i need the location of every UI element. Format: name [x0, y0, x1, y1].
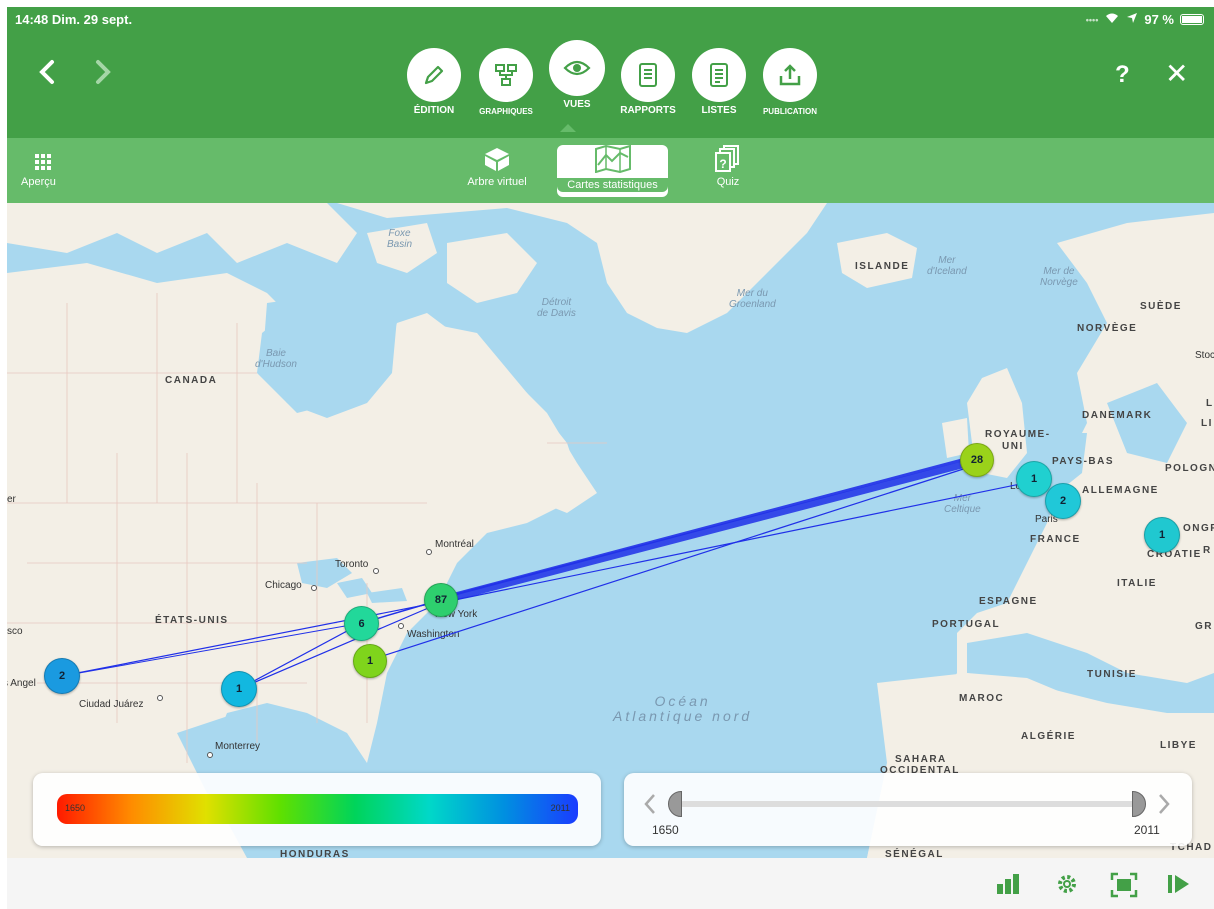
legend-max-year: 2011: [550, 803, 570, 813]
bar-chart-button[interactable]: [995, 872, 1023, 896]
help-button[interactable]: ?: [1115, 61, 1130, 89]
quiz-icon: ?: [715, 145, 739, 172]
tab-quiz[interactable]: ? Quiz: [701, 145, 755, 188]
status-time: 14:48 Dim. 29 sept.: [15, 12, 133, 27]
wifi-icon: [1104, 12, 1120, 27]
back-button[interactable]: [33, 57, 63, 87]
eye-icon: [563, 60, 591, 76]
map-chart-icon: [594, 145, 631, 173]
line-california-penn: [61, 622, 363, 677]
fit-screen-button[interactable]: [1110, 872, 1138, 898]
play-button[interactable]: [1165, 872, 1193, 896]
pencil-icon: [424, 65, 444, 85]
mode-graphiques[interactable]: GRAPHIQUES: [468, 48, 544, 116]
slider-min-label: 1650: [652, 823, 679, 837]
chevron-right-icon: [96, 60, 111, 84]
play-icon: [1168, 875, 1189, 893]
fit-screen-icon: [1110, 872, 1138, 898]
chevron-left-icon: [39, 60, 54, 84]
mode-vues[interactable]: VUES: [539, 40, 615, 110]
mode-edition[interactable]: ÉDITION: [396, 48, 472, 116]
cluster-croatia[interactable]: 1: [1144, 517, 1180, 553]
document-icon: [639, 63, 657, 87]
signal-icon: ••••: [1085, 14, 1099, 25]
upload-icon: [779, 64, 801, 86]
active-mode-pointer: [560, 124, 576, 132]
statistics-map[interactable]: CANADA ÉTATS-UNIS ISLANDE SUÈDE NORVÈGE …: [7, 203, 1214, 858]
migration-lines: [61, 454, 1036, 690]
color-legend-panel: 1650 2011: [33, 773, 601, 846]
bottom-toolbar: [7, 858, 1214, 909]
location-icon: [1126, 12, 1138, 27]
status-indicators: •••• 97 %: [1086, 12, 1204, 27]
slider-handle-max[interactable]: [1132, 791, 1146, 817]
cluster-germany[interactable]: 2: [1045, 483, 1081, 519]
gear-icon: [1058, 875, 1076, 893]
line-texas-penn: [238, 622, 363, 690]
bar-chart-icon: [997, 874, 1019, 894]
list-icon: [710, 63, 728, 87]
grid-icon: [35, 154, 51, 170]
year-range-panel: 1650 2011: [624, 773, 1192, 846]
apercu-button[interactable]: Aperçu: [21, 152, 57, 188]
sub-toolbar: Aperçu Arbre virtuel Cartes statistiques…: [7, 138, 1214, 203]
cluster-newyork[interactable]: 87: [424, 583, 458, 617]
forward-button[interactable]: [87, 57, 117, 87]
line-carolina-london: [369, 462, 983, 661]
cluster-carolina[interactable]: 1: [353, 644, 387, 678]
cluster-california[interactable]: 2: [44, 658, 80, 694]
cluster-texas[interactable]: 1: [221, 671, 257, 707]
color-gradient-bar: 1650 2011: [57, 794, 578, 824]
legend-min-year: 1650: [65, 803, 86, 813]
mode-listes[interactable]: LISTES: [681, 48, 757, 116]
year-slider-track[interactable]: [680, 801, 1140, 807]
line-newyork-london: [439, 457, 978, 605]
mode-publication[interactable]: PUBLICATION: [752, 48, 828, 116]
tab-cartes-statistiques[interactable]: Cartes statistiques: [557, 145, 668, 197]
close-button[interactable]: ✕: [1165, 57, 1188, 90]
slider-max-label: 2011: [1134, 823, 1160, 837]
chevron-left-icon[interactable]: [640, 791, 660, 817]
chart-tree-icon: [495, 64, 517, 86]
svg-text:?: ?: [719, 157, 726, 171]
battery-percent: 97 %: [1144, 12, 1174, 27]
settings-button[interactable]: [1055, 872, 1083, 896]
line-texas-newyork: [238, 602, 441, 690]
cluster-pennsylvania[interactable]: 6: [344, 606, 379, 641]
slider-handle-min[interactable]: [668, 791, 682, 817]
mode-rapports[interactable]: RAPPORTS: [610, 48, 686, 116]
cube-icon: [485, 148, 509, 171]
top-toolbar: 14:48 Dim. 29 sept. •••• 97 % ÉDITION GR…: [7, 7, 1214, 138]
battery-icon: [1180, 14, 1204, 25]
chevron-right-icon[interactable]: [1154, 791, 1174, 817]
tab-arbre-virtuel[interactable]: Arbre virtuel: [455, 146, 539, 188]
cluster-london[interactable]: 28: [960, 443, 994, 477]
